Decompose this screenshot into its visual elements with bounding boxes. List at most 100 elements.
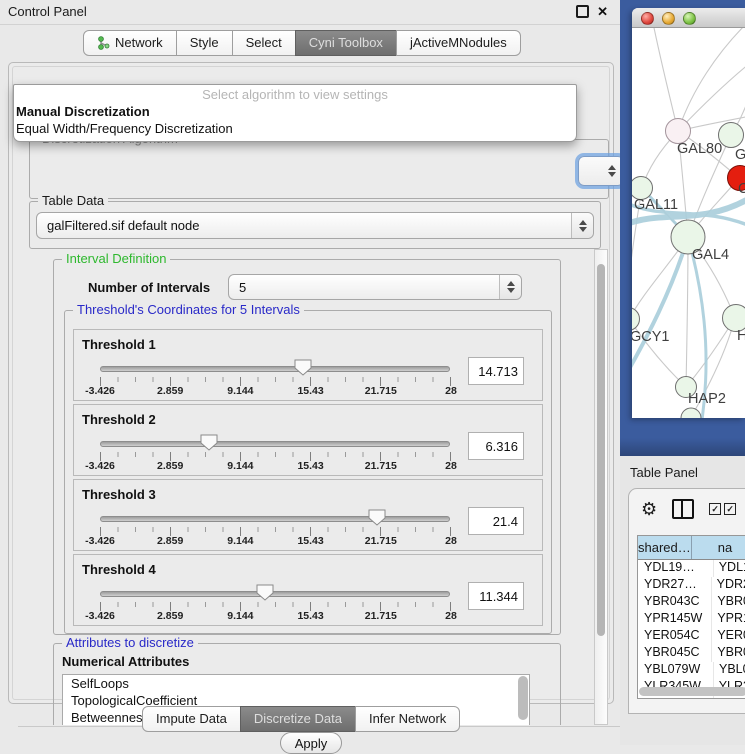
threshold-1-value-input[interactable] (468, 357, 524, 385)
stepper-arrows-icon[interactable] (571, 213, 593, 238)
slider-tick-labels: -3.426 2.859 9.144 15.43 21.715 28 (100, 535, 451, 547)
table-panel: Table Panel ⚙ ✓ ✓ shared… na YDL19…YDL1 (620, 456, 745, 745)
dropdown-item-equal-width-frequency[interactable]: Equal Width/Frequency Discretization (14, 120, 576, 137)
list-scrollbar[interactable] (518, 676, 528, 720)
table-row[interactable]: YPR145WYPR1 (638, 611, 745, 628)
column-header-shared-name[interactable]: shared… (638, 536, 692, 559)
cell[interactable]: YBR043C (638, 594, 712, 611)
node-label: C (738, 181, 745, 197)
close-icon[interactable]: ✕ (597, 5, 608, 18)
table-data-combobox[interactable]: galFiltered.sif default node (36, 212, 594, 239)
cell[interactable]: YDL1 (714, 560, 745, 577)
slider-thumb[interactable] (294, 359, 312, 376)
table-row[interactable]: YDR27…YDR2 (638, 577, 745, 594)
cell[interactable]: YDR2 (712, 577, 745, 594)
cell[interactable]: YDR27… (638, 577, 712, 594)
tab-label: jActiveMNodules (410, 31, 507, 55)
cell[interactable]: YPR145W (638, 611, 712, 628)
table-data-group: Table Data galFiltered.sif default node (29, 201, 601, 249)
number-of-intervals-combobox[interactable]: 5 (228, 274, 522, 300)
tick-label: -3.426 (85, 385, 115, 397)
table-row[interactable]: YER054CYER0 (638, 628, 745, 645)
cell[interactable]: YBL079W (638, 662, 714, 679)
cell[interactable]: YBL0 (714, 662, 745, 679)
stepper-arrows-icon[interactable] (602, 158, 622, 184)
tab-impute-data[interactable]: Impute Data (142, 706, 241, 732)
threshold-3-slider[interactable]: -3.426 2.859 9.144 15.43 21.715 28 (100, 480, 451, 550)
node[interactable] (719, 123, 744, 148)
tab-select[interactable]: Select (232, 30, 296, 56)
float-panel-icon[interactable] (576, 5, 589, 18)
network-window-titlebar[interactable] (632, 8, 745, 28)
table-row[interactable]: YDL19…YDL1 (638, 560, 745, 577)
tab-style[interactable]: Style (176, 30, 233, 56)
threshold-1-slider[interactable]: -3.426 2.859 9.144 15.43 21.715 28 (100, 330, 451, 400)
cell[interactable]: YBR0 (712, 594, 745, 611)
dropdown-item-manual-discretization[interactable]: Manual Discretization (14, 103, 576, 120)
threshold-4-slider[interactable]: -3.426 2.859 9.144 15.43 21.715 28 (100, 555, 451, 625)
cell[interactable]: YPR1 (712, 611, 745, 628)
settings-scroll-area: Interval Definition Number of Intervals … (23, 249, 609, 725)
cell[interactable]: YER0 (712, 628, 745, 645)
threshold-4-panel: Threshold 4 -3.426 2.859 9. (73, 554, 543, 626)
slider-track[interactable] (100, 516, 450, 522)
threshold-2-slider[interactable]: -3.426 2.859 9.144 15.43 21.715 28 (100, 405, 451, 475)
table-row[interactable]: YIL052CYIL0 (638, 696, 745, 699)
slider-thumb[interactable] (256, 584, 274, 601)
select-none-checkbox-icon[interactable]: ✓ (724, 503, 736, 515)
table-row[interactable]: YBL079WYBL0 (638, 662, 745, 679)
scrollbar-thumb[interactable] (597, 264, 605, 636)
gear-icon[interactable]: ⚙ (641, 499, 657, 519)
tick-label: 2.859 (157, 460, 183, 472)
slider-thumb[interactable] (368, 509, 386, 526)
table-horizontal-scrollbar[interactable] (639, 687, 745, 696)
algorithm-combobox[interactable] (578, 156, 624, 186)
tab-network[interactable]: Network (83, 30, 177, 56)
threshold-2-value-input[interactable] (468, 432, 524, 460)
node-table[interactable]: shared… na YDL19…YDL1 YDR27…YDR2 YBR043C… (637, 535, 745, 699)
stepper-arrows-icon[interactable] (499, 275, 521, 299)
table-row[interactable]: YBR043CYBR0 (638, 594, 745, 611)
cell[interactable]: YDL19… (638, 560, 714, 577)
interval-definition-group: Interval Definition Number of Intervals … (53, 259, 561, 635)
tick-label: 21.715 (365, 535, 397, 547)
threshold-4-value-input[interactable] (468, 582, 524, 610)
slider-track[interactable] (100, 366, 450, 372)
cell[interactable]: YIL052C (638, 696, 714, 699)
list-item[interactable]: SelfLoops (63, 675, 529, 692)
slider-track[interactable] (100, 591, 450, 597)
tick-label: 15.43 (297, 460, 323, 472)
tab-infer-network[interactable]: Infer Network (355, 706, 460, 732)
tab-cyni-toolbox[interactable]: Cyni Toolbox (295, 30, 397, 56)
slider-thumb[interactable] (200, 434, 218, 451)
settings-scrollbar[interactable] (594, 249, 608, 725)
node[interactable] (681, 408, 701, 418)
screenshot-root: Control Panel ✕ Network Style Select Cyn… (0, 0, 745, 745)
zoom-window-icon[interactable] (683, 12, 696, 25)
cell[interactable]: YBR045C (638, 645, 712, 662)
tab-discretize-data[interactable]: Discretize Data (240, 706, 356, 732)
node-label: H (737, 328, 745, 344)
tab-jactivemnodules[interactable]: jActiveMNodules (396, 30, 521, 56)
node-label: GCY1 (632, 329, 670, 345)
cell[interactable]: YIL0 (714, 696, 745, 699)
tick-label: -3.426 (85, 460, 115, 472)
split-columns-icon[interactable] (672, 499, 694, 519)
cell[interactable]: YER054C (638, 628, 712, 645)
tick-label: 2.859 (157, 535, 183, 547)
apply-button[interactable]: Apply (280, 732, 342, 754)
select-all-checkbox-icon[interactable]: ✓ (709, 503, 721, 515)
bottom-tab-bar: Impute Data Discretize Data Infer Networ… (142, 706, 460, 732)
column-header-name[interactable]: na (692, 536, 745, 559)
tick-label: 9.144 (227, 385, 253, 397)
cell[interactable]: YBR0 (712, 645, 745, 662)
table-row[interactable]: YBR045CYBR0 (638, 645, 745, 662)
threshold-3-value-input[interactable] (468, 507, 524, 535)
node-gcy1[interactable] (632, 308, 640, 331)
network-canvas[interactable]: GAL80 GA C GAL11 GAL4 GCY1 H HAP2 (632, 28, 745, 418)
minimize-window-icon[interactable] (662, 12, 675, 25)
slider-track[interactable] (100, 441, 450, 447)
close-window-icon[interactable] (641, 12, 654, 25)
tab-label: Style (190, 31, 219, 55)
node-gal80[interactable] (666, 119, 691, 144)
